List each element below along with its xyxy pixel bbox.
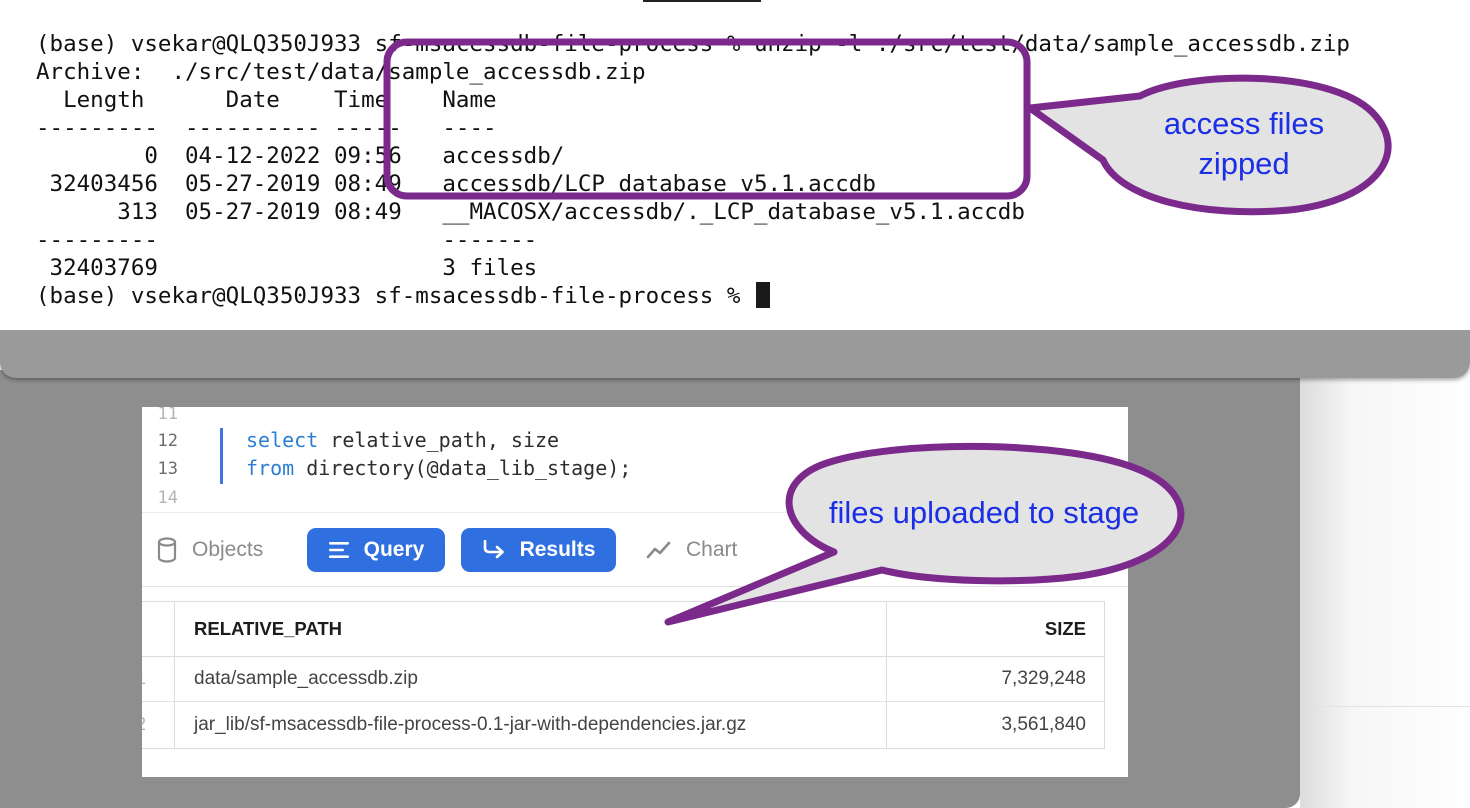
column-divider (174, 602, 175, 748)
sql-keyword: from (246, 456, 295, 480)
callout-text-stage-files: files uploaded to stage (828, 495, 1140, 530)
terminal-cursor[interactable] (755, 282, 770, 308)
code-line-12[interactable]: select relative_path, size (246, 428, 559, 452)
line-number: 12 (157, 431, 178, 451)
terminal-line: 313 05-27-2019 08:49 __MACOSX/accessdb/.… (36, 199, 1025, 225)
cell-size[interactable]: 3,561,840 (1001, 702, 1086, 747)
code-line-13[interactable]: from directory(@data_lib_stage); (246, 456, 631, 480)
screenshot: (base) vsekar@QLQ350J933 sf-msacessdb-fi… (0, 0, 1470, 808)
sql-text: directory(@data_lib_stage); (294, 456, 632, 480)
right-shadow (1300, 378, 1470, 808)
terminal-line: (base) vsekar@QLQ350J933 sf-msacessdb-fi… (36, 31, 1350, 57)
terminal-line: --------- ------- (36, 227, 538, 253)
table-row[interactable]: 2 jar_lib/sf-msacessdb-file-process-0.1-… (142, 702, 1104, 747)
row-index: 1 (142, 656, 166, 701)
return-arrow-icon (482, 540, 506, 560)
sql-keyword: select (246, 428, 319, 452)
tab-query[interactable]: Query (307, 528, 445, 572)
table-row[interactable]: 1 data/sample_accessdb.zip 7,329,248 (142, 656, 1104, 702)
sql-text: relative_path, size (318, 428, 560, 452)
terminal-line: Archive: ./src/test/data/sample_accessdb… (36, 59, 646, 85)
active-statement-marker (220, 428, 223, 484)
table-header-row: RELATIVE_PATH SIZE (142, 602, 1104, 657)
line-chart-icon (646, 540, 672, 560)
column-divider[interactable] (886, 602, 887, 748)
results-table: RELATIVE_PATH SIZE 1 data/sample_accessd… (142, 601, 1105, 749)
terminal-line: 32403769 3 files (36, 255, 538, 281)
tab-chart[interactable]: Chart (646, 528, 756, 572)
column-header-relative-path[interactable]: RELATIVE_PATH (194, 602, 342, 656)
tab-query-label: Query (363, 538, 425, 561)
terminal-line: Length Date Time Name (36, 87, 497, 113)
line-number: 11 (157, 407, 178, 424)
tab-results[interactable]: Results (461, 528, 616, 572)
toolbar-divider (142, 586, 1128, 587)
terminal-line: 0 04-12-2022 09:56 accessdb/ (36, 143, 565, 169)
lines-icon (328, 541, 350, 559)
cell-size[interactable]: 7,329,248 (1001, 656, 1086, 701)
line-number: 13 (157, 459, 178, 479)
right-divider (1300, 706, 1470, 707)
window-frame-bar (0, 330, 1470, 378)
worksheet-panel: 11 12 13 14 select relative_path, size f… (142, 407, 1128, 777)
tab-objects[interactable]: Objects (156, 528, 286, 572)
tab-objects-label: Objects (192, 538, 264, 561)
terminal-prompt: (base) vsekar@QLQ350J933 sf-msacessdb-fi… (36, 283, 754, 309)
cell-relative-path[interactable]: jar_lib/sf-msacessdb-file-process-0.1-ja… (194, 702, 746, 747)
database-icon (156, 537, 178, 563)
tab-chart-label: Chart (686, 538, 738, 561)
line-number: 14 (157, 488, 178, 508)
cell-relative-path[interactable]: data/sample_accessdb.zip (194, 656, 418, 701)
column-header-size[interactable]: SIZE (1045, 602, 1086, 656)
callout-text-access-files: access files zipped (1163, 106, 1325, 181)
row-index: 2 (142, 702, 166, 747)
tab-results-label: Results (519, 538, 596, 561)
terminal-line: --------- ---------- ----- ---- (36, 115, 497, 141)
terminal-line: 32403456 05-27-2019 08:49 accessdb/LCP_d… (36, 171, 876, 197)
terminal-title-underline (643, 0, 761, 2)
